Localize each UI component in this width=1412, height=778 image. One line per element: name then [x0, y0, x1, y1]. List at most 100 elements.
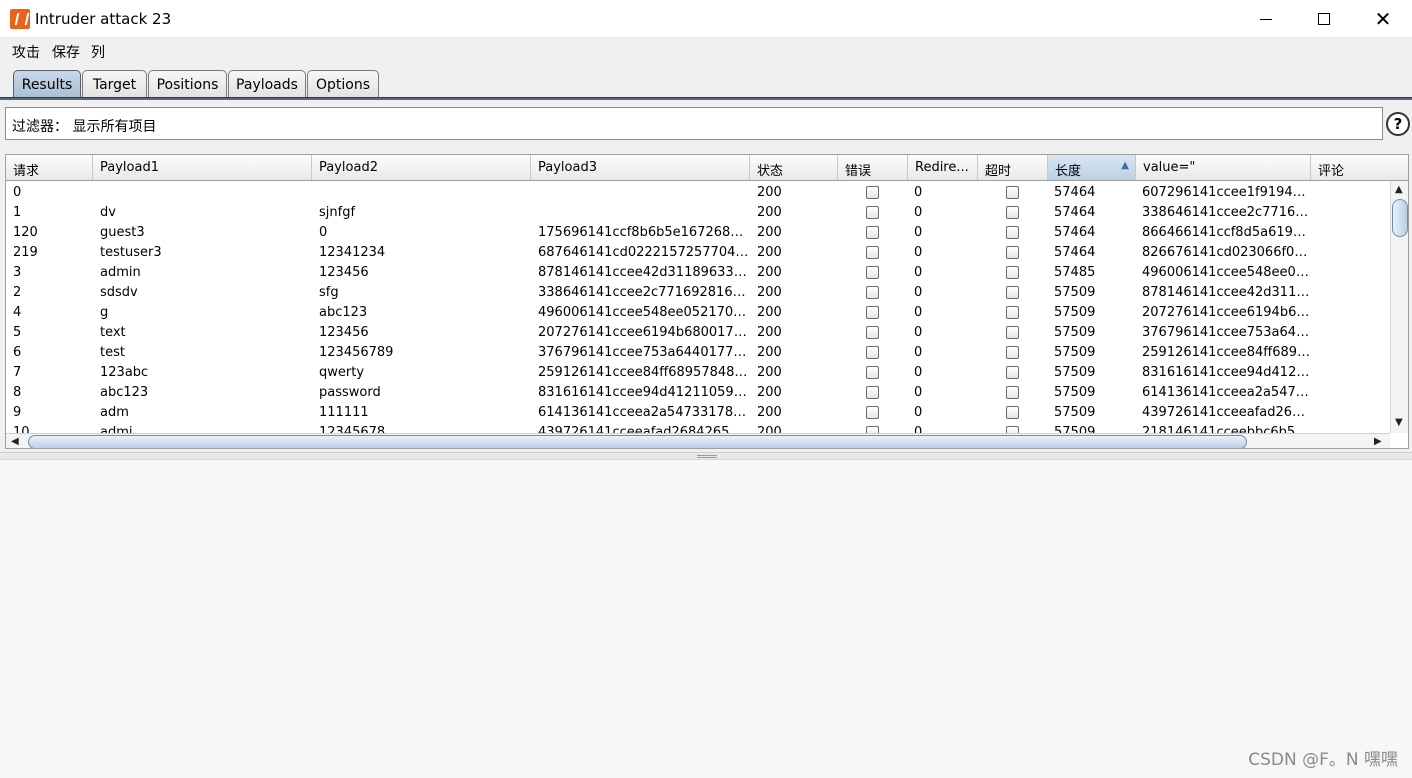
menu-save[interactable]: 保存 [52, 42, 80, 62]
timeout-checkbox [1006, 346, 1019, 359]
cell-length: 57509 [1054, 345, 1096, 360]
timeout-checkbox [1006, 206, 1019, 219]
column-header-request[interactable]: 请求 [6, 155, 93, 180]
tab-positions[interactable]: Positions [148, 70, 227, 98]
scroll-left-icon[interactable]: ◀ [11, 436, 19, 447]
cell-length: 57509 [1054, 305, 1096, 320]
cell-redirect: 0 [914, 285, 923, 300]
cell-redirect: 0 [914, 305, 923, 320]
table-row[interactable]: 10 admi 12345678 439726141cceeafad268426550… [6, 422, 1390, 433]
cell-length: 57509 [1054, 365, 1096, 380]
menu-attack[interactable]: 攻击 [12, 42, 40, 62]
column-header-comment[interactable]: 评论 [1311, 155, 1408, 180]
error-checkbox [866, 326, 879, 339]
cell-length: 57464 [1054, 225, 1096, 240]
cell-request: 219 [13, 245, 38, 260]
cell-payload3: 207276141ccee6194b6800174... [538, 325, 750, 340]
cell-value: 831616141ccee94d4121... [1142, 365, 1312, 380]
table-row[interactable]: 2 sdsdv sfg 338646141ccee2c7716928168... 200… [6, 282, 1390, 302]
cell-payload1: abc123 [100, 385, 149, 400]
error-checkbox [866, 366, 879, 379]
cell-length: 57509 [1054, 385, 1096, 400]
cell-payload3: 175696141ccf8b6b5e16726897... [538, 225, 750, 240]
cell-payload2: sfg [319, 285, 339, 300]
cell-payload1: text [100, 325, 126, 340]
cell-payload3: 614136141cceea2a547331783... [538, 405, 750, 420]
table-row[interactable]: 6 test 123456789 376796141ccee753a64401777.… [6, 342, 1390, 362]
cell-payload2: password [319, 385, 381, 400]
table-row[interactable]: 7 123abc qwerty 259126141ccee84ff6895784803… [6, 362, 1390, 382]
column-header-payload1[interactable]: Payload1 [93, 155, 312, 180]
cell-value: 207276141ccee6194b68... [1142, 305, 1312, 320]
tab-payloads[interactable]: Payloads [228, 70, 306, 98]
minimize-button[interactable] [1237, 0, 1295, 38]
cell-payload3: 439726141cceeafad268426550... [538, 425, 750, 433]
horizontal-scrollbar[interactable]: ◀ ▶ [6, 433, 1390, 448]
cell-redirect: 0 [914, 425, 923, 433]
scroll-down-icon[interactable]: ▼ [1395, 417, 1403, 428]
table-header: 请求 Payload1 Payload2 Payload3 状态 错误 Redi… [6, 155, 1408, 181]
cell-request: 5 [13, 325, 22, 340]
column-header-status[interactable]: 状态 [750, 155, 838, 180]
cell-payload1: admi [100, 425, 133, 433]
cell-request: 6 [13, 345, 22, 360]
table-row[interactable]: 4 g abc123 496006141ccee548ee0521705... 200 0… [6, 302, 1390, 322]
cell-request: 1 [13, 205, 22, 220]
table-row[interactable]: 5 text 123456 207276141ccee6194b6800174... 2… [6, 322, 1390, 342]
filter-bar[interactable]: 过滤器： 显示所有项目 [5, 107, 1383, 140]
error-checkbox [866, 186, 879, 199]
cell-payload3: 259126141ccee84ff6895784803 [538, 365, 750, 380]
column-header-value[interactable]: value=" [1136, 155, 1311, 180]
cell-payload1: dv [100, 205, 116, 220]
column-header-payload3[interactable]: Payload3 [531, 155, 750, 180]
maximize-button[interactable] [1295, 0, 1353, 38]
column-header-length[interactable]: 长度 ▲ [1048, 155, 1136, 180]
cell-value: 614136141cceea2a5473... [1142, 385, 1312, 400]
table-row[interactable]: 3 admin 123456 878146141ccee42d311896332...… [6, 262, 1390, 282]
cell-payload3: 496006141ccee548ee0521705... [538, 305, 750, 320]
help-icon[interactable]: ? [1386, 112, 1410, 136]
tab-target[interactable]: Target [82, 70, 147, 98]
menu-columns[interactable]: 列 [91, 42, 105, 62]
timeout-checkbox [1006, 226, 1019, 239]
pane-splitter[interactable] [0, 452, 1412, 460]
error-checkbox [866, 306, 879, 319]
cell-request: 120 [13, 225, 38, 240]
table-row[interactable]: 0 200 0 57464 607296141ccee1f91948... [6, 182, 1390, 202]
vertical-scrollbar[interactable]: ▲ ▼ [1390, 181, 1408, 433]
table-row[interactable]: 120 guest3 0 175696141ccf8b6b5e16726897... 2… [6, 222, 1390, 242]
vertical-scroll-thumb[interactable] [1392, 199, 1408, 237]
error-checkbox [866, 206, 879, 219]
tab-options[interactable]: Options [307, 70, 379, 98]
cell-status: 200 [757, 305, 782, 320]
cell-length: 57509 [1054, 325, 1096, 340]
column-header-error[interactable]: 错误 [838, 155, 908, 180]
table-row[interactable]: 8 abc123 password 831616141ccee94d412110592… [6, 382, 1390, 402]
table-row[interactable]: 9 adm 111111 614136141cceea2a547331783... 20… [6, 402, 1390, 422]
close-button[interactable]: ✕ [1354, 0, 1412, 38]
scroll-right-icon[interactable]: ▶ [1374, 436, 1382, 447]
table-row[interactable]: 219 testuser3 12341234 687646141cd022215725… [6, 242, 1390, 262]
tab-results[interactable]: Results [13, 70, 81, 98]
cell-payload2: 123456789 [319, 345, 394, 360]
cell-redirect: 0 [914, 365, 923, 380]
cell-status: 200 [757, 385, 782, 400]
cell-redirect: 0 [914, 225, 923, 240]
scroll-up-icon[interactable]: ▲ [1395, 184, 1403, 195]
cell-status: 200 [757, 185, 782, 200]
cell-value: 259126141ccee84ff6895... [1142, 345, 1312, 360]
column-header-redirect[interactable]: Redire... [908, 155, 978, 180]
cell-request: 7 [13, 365, 22, 380]
table-row[interactable]: 1 dv sjnfgf 200 0 57464 338646141ccee2c77169..… [6, 202, 1390, 222]
column-header-payload2[interactable]: Payload2 [312, 155, 531, 180]
cell-status: 200 [757, 365, 782, 380]
error-checkbox [866, 346, 879, 359]
horizontal-scroll-thumb[interactable] [28, 435, 1247, 448]
cell-payload1: test [100, 345, 125, 360]
cell-length: 57509 [1054, 285, 1096, 300]
cell-status: 200 [757, 265, 782, 280]
details-pane: CSDN @F。N 嘿嘿 [0, 460, 1412, 778]
column-header-timeout[interactable]: 超时 [978, 155, 1048, 180]
timeout-checkbox [1006, 366, 1019, 379]
timeout-checkbox [1006, 306, 1019, 319]
